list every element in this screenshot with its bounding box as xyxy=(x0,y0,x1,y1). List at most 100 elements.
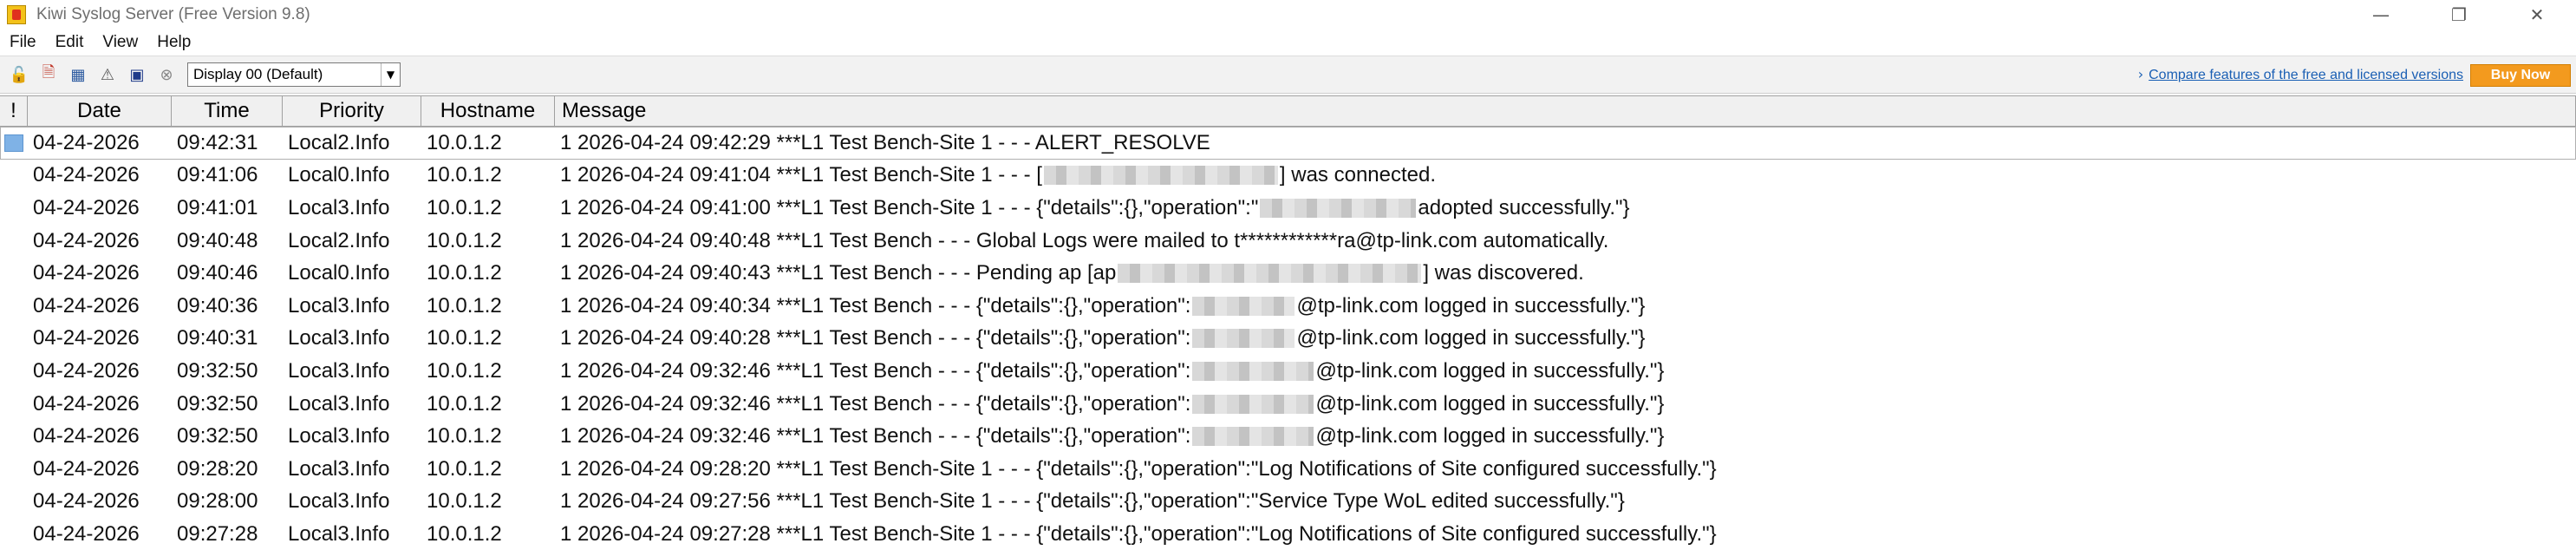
cell-time: 09:32:50 xyxy=(177,358,258,383)
menu-file[interactable]: File xyxy=(0,33,46,52)
redacted-region xyxy=(1192,296,1295,316)
table-row[interactable]: 04-24-2026 09:40:46 Local0.Info 10.0.1.2… xyxy=(0,257,2576,290)
cell-priority: Local3.Info xyxy=(288,358,390,383)
redacted-region xyxy=(1043,166,1278,186)
display-select[interactable]: Display 00 (Default) ▼ xyxy=(187,62,401,87)
table-row[interactable]: 04-24-2026 09:32:50 Local3.Info 10.0.1.2… xyxy=(0,355,2576,388)
cell-priority: Local3.Info xyxy=(288,456,390,481)
display-select-value: Display 00 (Default) xyxy=(193,66,323,82)
cell-message: 1 2026-04-24 09:32:46 ***L1 Test Bench -… xyxy=(555,355,2576,388)
cell-date: 04-24-2026 xyxy=(33,326,140,350)
close-button[interactable]: ✕ xyxy=(2498,0,2576,29)
cell-priority: Local3.Info xyxy=(288,195,390,219)
message-text-suffix: @tp-link.com logged in successfully."} xyxy=(1315,358,1665,383)
message-text-suffix: @tp-link.com logged in successfully."} xyxy=(1296,293,1646,318)
monitor-icon[interactable]: ▣ xyxy=(125,62,149,87)
cell-hostname: 10.0.1.2 xyxy=(427,195,502,219)
column-header-date[interactable]: Date xyxy=(28,96,172,126)
column-header-priority[interactable]: Priority xyxy=(283,96,421,126)
menu-edit[interactable]: Edit xyxy=(46,33,94,52)
row-flag xyxy=(0,355,28,388)
chevron-down-icon[interactable]: ▼ xyxy=(381,63,400,86)
cell-hostname: 10.0.1.2 xyxy=(427,130,502,154)
message-text-suffix: @tp-link.com logged in successfully."} xyxy=(1315,424,1665,449)
table-row[interactable]: 04-24-2026 09:40:36 Local3.Info 10.0.1.2… xyxy=(0,290,2576,323)
cell-time: 09:41:01 xyxy=(177,195,258,219)
message-text: 1 2026-04-24 09:40:48 ***L1 Test Bench -… xyxy=(560,228,1609,252)
title-bar: Kiwi Syslog Server (Free Version 9.8) — … xyxy=(0,0,2576,29)
cell-hostname: 10.0.1.2 xyxy=(427,424,502,449)
cell-message: 1 2026-04-24 09:32:46 ***L1 Test Bench -… xyxy=(555,388,2576,421)
close-circle-icon[interactable]: ⊗ xyxy=(154,62,179,87)
cell-hostname: 10.0.1.2 xyxy=(427,521,502,546)
warning-icon[interactable]: ⚠ xyxy=(95,62,120,87)
cell-hostname: 10.0.1.2 xyxy=(427,456,502,481)
cell-time: 09:40:46 xyxy=(177,261,258,285)
cell-message: 1 2026-04-24 09:32:46 ***L1 Test Bench -… xyxy=(555,420,2576,453)
message-text: 1 2026-04-24 09:28:20 ***L1 Test Bench-S… xyxy=(560,456,1717,481)
message-text: 1 2026-04-24 09:27:28 ***L1 Test Bench-S… xyxy=(560,521,1717,546)
buy-now-button[interactable]: Buy Now xyxy=(2470,64,2571,87)
log-grid: ! Date Time Priority Hostname Message 04… xyxy=(0,95,2576,550)
document-icon[interactable]: 🗎 xyxy=(36,62,61,87)
cell-priority: Local3.Info xyxy=(288,489,390,514)
redacted-region xyxy=(1260,198,1417,218)
cell-message: 1 2026-04-24 09:27:28 ***L1 Test Bench-S… xyxy=(555,518,2576,550)
column-header-message[interactable]: Message xyxy=(555,96,2576,126)
message-text-suffix: @tp-link.com logged in successfully."} xyxy=(1315,391,1665,416)
message-text: 1 2026-04-24 09:40:43 ***L1 Test Bench -… xyxy=(560,261,1117,285)
message-text: 1 2026-04-24 09:27:56 ***L1 Test Bench-S… xyxy=(560,489,1625,514)
table-row[interactable]: 04-24-2026 09:32:50 Local3.Info 10.0.1.2… xyxy=(0,420,2576,453)
message-text-suffix: adopted successfully."} xyxy=(1418,195,1630,219)
cell-message: 1 2026-04-24 09:42:29 ***L1 Test Bench-S… xyxy=(555,127,2576,160)
minimize-button[interactable]: — xyxy=(2342,0,2420,29)
cell-priority: Local0.Info xyxy=(288,261,390,285)
table-row[interactable]: 04-24-2026 09:42:31 Local2.Info 10.0.1.2… xyxy=(0,127,2576,160)
cell-time: 09:28:00 xyxy=(177,489,258,514)
cell-date: 04-24-2026 xyxy=(33,293,140,318)
cell-hostname: 10.0.1.2 xyxy=(427,163,502,187)
table-row[interactable]: 04-24-2026 09:40:31 Local3.Info 10.0.1.2… xyxy=(0,323,2576,356)
cell-time: 09:40:36 xyxy=(177,293,258,318)
cell-priority: Local3.Info xyxy=(288,424,390,449)
column-header-hostname[interactable]: Hostname xyxy=(421,96,555,126)
column-header-flag[interactable]: ! xyxy=(0,96,28,126)
cell-date: 04-24-2026 xyxy=(33,195,140,219)
toolbar: 🔓 🗎 ▦ ⚠ ▣ ⊗ Display 00 (Default) ▼ › Comp… xyxy=(0,56,2576,94)
cell-message: 1 2026-04-24 09:40:28 ***L1 Test Bench -… xyxy=(555,323,2576,356)
table-row[interactable]: 04-24-2026 09:41:01 Local3.Info 10.0.1.2… xyxy=(0,192,2576,225)
table-row[interactable]: 04-24-2026 09:28:00 Local3.Info 10.0.1.2… xyxy=(0,486,2576,519)
table-row[interactable]: 04-24-2026 09:27:28 Local3.Info 10.0.1.2… xyxy=(0,518,2576,550)
table-row[interactable]: 04-24-2026 09:41:06 Local0.Info 10.0.1.2… xyxy=(0,160,2576,193)
chart-icon[interactable]: ▦ xyxy=(66,62,90,87)
lock-icon[interactable]: 🔓 xyxy=(7,62,31,87)
redacted-region xyxy=(1192,394,1314,414)
cell-date: 04-24-2026 xyxy=(33,456,140,481)
menu-view[interactable]: View xyxy=(93,33,147,52)
restore-button[interactable]: ❐ xyxy=(2420,0,2498,29)
message-text: 1 2026-04-24 09:32:46 ***L1 Test Bench -… xyxy=(560,391,1191,416)
cell-hostname: 10.0.1.2 xyxy=(427,293,502,318)
table-row[interactable]: 04-24-2026 09:40:48 Local2.Info 10.0.1.2… xyxy=(0,225,2576,258)
cell-priority: Local2.Info xyxy=(288,130,390,154)
cell-priority: Local3.Info xyxy=(288,391,390,416)
column-header-time[interactable]: Time xyxy=(172,96,283,126)
cell-message: 1 2026-04-24 09:40:43 ***L1 Test Bench -… xyxy=(555,257,2576,290)
compare-features-link[interactable]: › Compare features of the free and licens… xyxy=(2138,66,2463,83)
row-flag xyxy=(0,127,28,160)
message-text: 1 2026-04-24 09:41:00 ***L1 Test Bench-S… xyxy=(560,195,1259,219)
cell-hostname: 10.0.1.2 xyxy=(427,489,502,514)
row-flag xyxy=(0,257,28,290)
cell-time: 09:32:50 xyxy=(177,424,258,449)
cell-message: 1 2026-04-24 09:28:20 ***L1 Test Bench-S… xyxy=(555,453,2576,486)
cell-date: 04-24-2026 xyxy=(33,261,140,285)
menu-help[interactable]: Help xyxy=(147,33,200,52)
cell-time: 09:40:31 xyxy=(177,326,258,350)
cell-date: 04-24-2026 xyxy=(33,521,140,546)
table-row[interactable]: 04-24-2026 09:28:20 Local3.Info 10.0.1.2… xyxy=(0,453,2576,486)
cell-message: 1 2026-04-24 09:27:56 ***L1 Test Bench-S… xyxy=(555,486,2576,519)
cell-time: 09:40:48 xyxy=(177,228,258,252)
table-row[interactable]: 04-24-2026 09:32:50 Local3.Info 10.0.1.2… xyxy=(0,388,2576,421)
selection-marker-icon xyxy=(4,134,23,152)
cell-hostname: 10.0.1.2 xyxy=(427,228,502,252)
